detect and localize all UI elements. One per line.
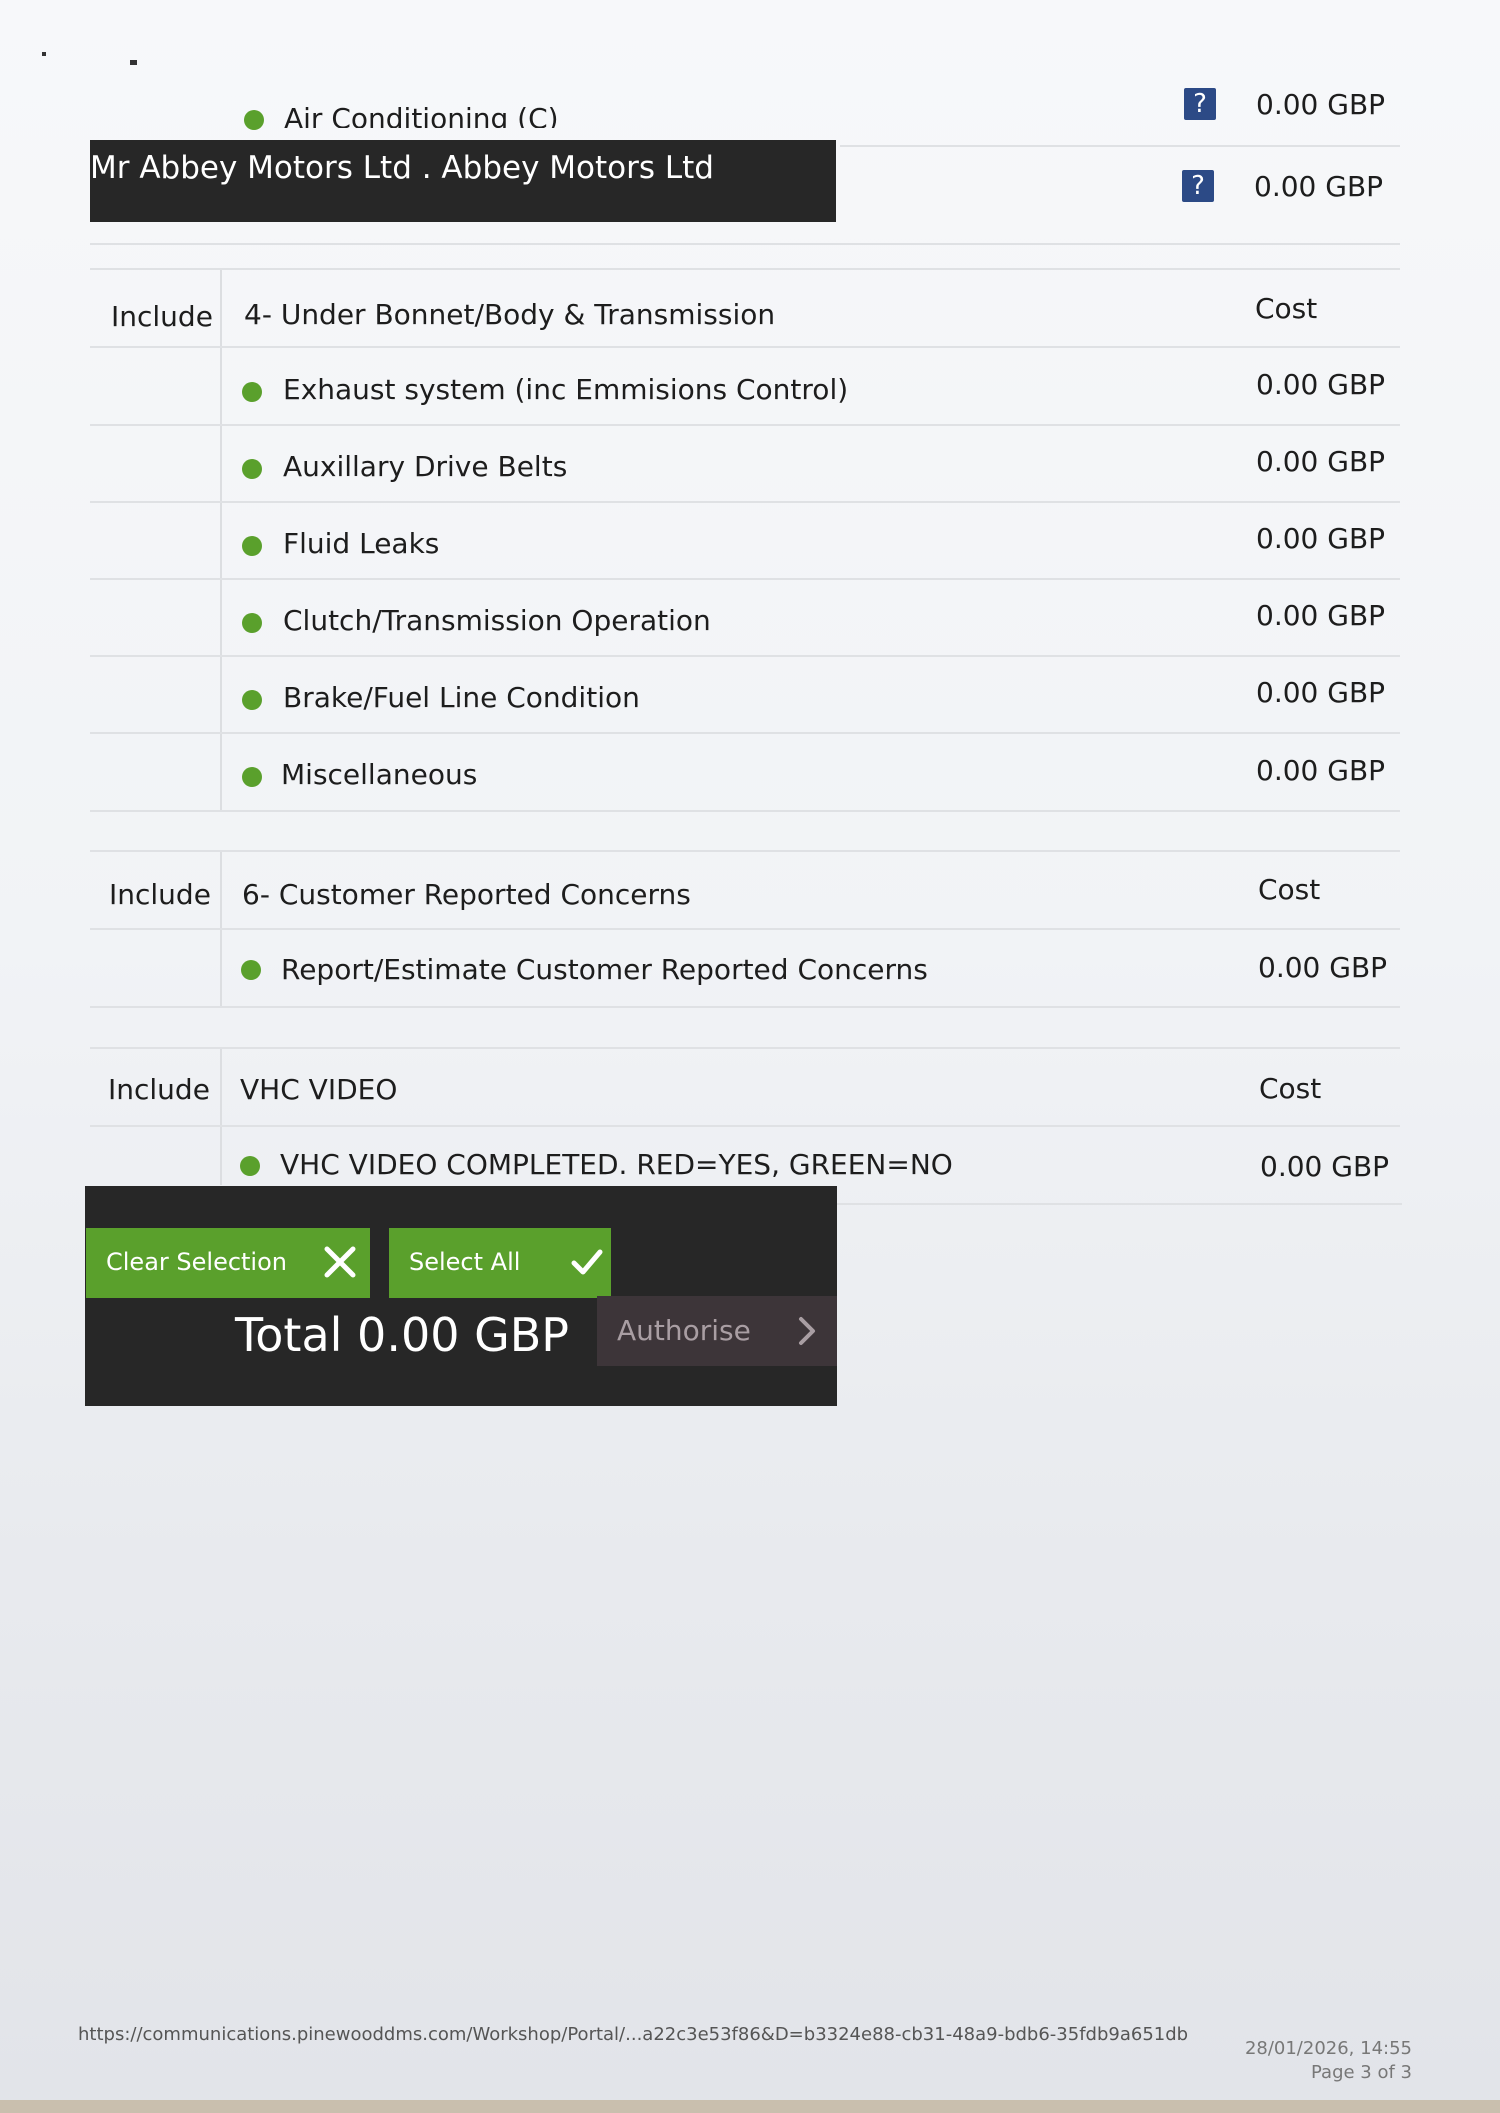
row-divider (90, 501, 1400, 503)
row-divider (90, 732, 1400, 734)
include-header: Include (111, 300, 213, 333)
page-url: https://communications.pinewooddms.com/W… (78, 2024, 1189, 2045)
dealer-name: Mr Abbey Motors Ltd . Abbey Motors Ltd (90, 150, 714, 186)
item-price: 0.00 GBP (1256, 88, 1386, 121)
item-label: Air Conditioning (C) (284, 102, 559, 128)
row-divider (840, 145, 1400, 147)
status-dot-icon (242, 767, 262, 787)
status-dot-icon (241, 960, 261, 980)
column-divider (220, 852, 222, 1008)
status-dot-icon (242, 536, 262, 556)
x-icon (324, 1246, 356, 1278)
item-price: 0.00 GBP (1260, 1150, 1390, 1183)
item-label: Exhaust system (inc Emmisions Control) (283, 373, 849, 406)
row-divider (837, 1203, 1402, 1205)
authorise-button[interactable]: Authorise (597, 1296, 837, 1366)
item-label: Fluid Leaks (283, 527, 440, 560)
page-number: Page 3 of 3 (1311, 2062, 1412, 2083)
item-label: VHC VIDEO COMPLETED. RED=YES, GREEN=NO (280, 1148, 953, 1181)
print-datetime: 28/01/2026, 14:55 (1244, 2038, 1412, 2059)
cost-header: Cost (1255, 292, 1318, 325)
status-dot-icon (242, 613, 262, 633)
select-all-label: Select All (409, 1248, 521, 1276)
question-mark-icon[interactable]: ? (1184, 88, 1216, 120)
item-label: Auxillary Drive Belts (283, 450, 568, 483)
item-label: Report/Estimate Customer Reported Concer… (281, 953, 928, 986)
row-divider (90, 268, 1400, 270)
print-mark (42, 52, 46, 56)
include-header: Include (108, 1073, 210, 1106)
chevron-right-icon (799, 1317, 815, 1345)
include-header: Include (109, 878, 211, 911)
question-mark-icon[interactable]: ? (1182, 170, 1214, 202)
item-price: 0.00 GBP (1256, 754, 1386, 787)
row-divider (90, 346, 1400, 348)
clear-selection-label: Clear Selection (106, 1248, 287, 1276)
section-title: 4- Under Bonnet/Body & Transmission (244, 298, 776, 331)
print-mark (130, 60, 137, 65)
authorise-label: Authorise (617, 1314, 751, 1347)
clear-selection-button[interactable]: Clear Selection (86, 1228, 370, 1298)
printed-page: Air Conditioning (C) ? 0.00 GBP Mr Abbey… (0, 0, 1500, 2100)
section-title: 6- Customer Reported Concerns (242, 878, 691, 911)
item-price: 0.00 GBP (1256, 522, 1386, 555)
item-price: 0.00 GBP (1256, 368, 1386, 401)
row-divider (90, 1125, 1400, 1127)
check-icon (571, 1249, 603, 1275)
status-dot-icon (244, 110, 264, 130)
row-divider (90, 928, 1400, 930)
status-dot-icon (242, 459, 262, 479)
column-divider (220, 1049, 222, 1185)
item-price: 0.00 GBP (1254, 170, 1384, 203)
row-divider (90, 810, 1400, 812)
row-divider (90, 578, 1400, 580)
row-divider (90, 1047, 1400, 1049)
item-price: 0.00 GBP (1256, 676, 1386, 709)
column-divider (220, 270, 222, 812)
item-label: Miscellaneous (281, 758, 478, 791)
item-label: Brake/Fuel Line Condition (283, 681, 640, 714)
section-title: VHC VIDEO (240, 1073, 398, 1106)
row-divider (90, 850, 1400, 852)
action-panel: Clear Selection Select All Total 0.00 GB… (85, 1186, 837, 1406)
dealer-banner: Mr Abbey Motors Ltd . Abbey Motors Ltd (90, 140, 836, 222)
select-all-button[interactable]: Select All (389, 1228, 611, 1298)
row-divider (90, 1006, 1400, 1008)
cost-header: Cost (1258, 873, 1321, 906)
cost-header: Cost (1259, 1072, 1322, 1105)
row-divider (90, 243, 1400, 245)
item-price: 0.00 GBP (1256, 599, 1386, 632)
status-dot-icon (242, 382, 262, 402)
item-price: 0.00 GBP (1256, 445, 1386, 478)
item-label: Clutch/Transmission Operation (283, 604, 711, 637)
total-amount: Total 0.00 GBP (235, 1308, 570, 1362)
row-divider (90, 424, 1400, 426)
item-price: 0.00 GBP (1258, 951, 1388, 984)
status-dot-icon (240, 1156, 260, 1176)
status-dot-icon (242, 690, 262, 710)
row-divider (90, 655, 1400, 657)
